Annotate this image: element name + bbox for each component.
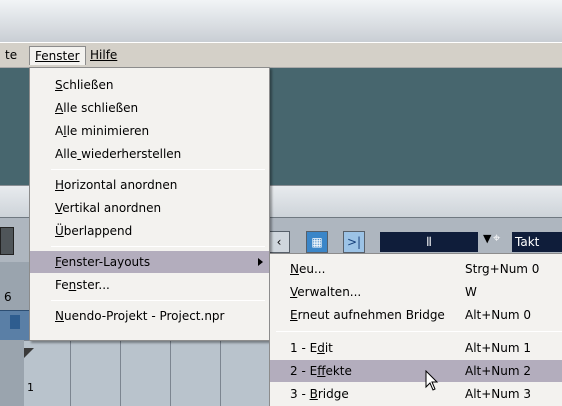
menu-item[interactable]: Fenster-Layouts xyxy=(30,251,269,273)
submenu-item[interactable]: Erneut aufnehmen Bridge Alt+Num 0 xyxy=(270,304,562,326)
quantize-field[interactable]: Takt xyxy=(512,232,562,252)
menu-item-label: Überlappend xyxy=(55,224,133,238)
menu-item[interactable]: Alle schließen xyxy=(30,97,269,119)
menu-item-label: Alle minimieren xyxy=(55,124,150,138)
menu-separator xyxy=(276,331,562,332)
shortcut-label: Alt+Num 2 xyxy=(465,364,532,378)
menu-fenster[interactable]: Fenster xyxy=(29,46,86,65)
submenu-item[interactable]: 2 - Effekte Alt+Num 2 xyxy=(270,360,562,382)
menu-bar: te Fenster Hilfe xyxy=(0,42,562,68)
shortcut-label: W xyxy=(465,285,477,299)
menu-item-truncated[interactable]: te xyxy=(0,46,22,65)
menu-item[interactable]: Alle minimieren xyxy=(30,120,269,142)
grid-line xyxy=(120,340,121,406)
toolbar-tool-button[interactable]: ‹ xyxy=(268,231,290,253)
menu-item[interactable]: Schließen xyxy=(30,74,269,96)
submenu-item[interactable]: Neu... Strg+Num 0 xyxy=(270,258,562,280)
snap-button[interactable]: ▦ xyxy=(306,231,328,253)
quantize-icon: ⌖ xyxy=(493,231,501,246)
submenu-item[interactable]: 1 - Edit Alt+Num 1 xyxy=(270,337,562,359)
menu-item-label: Nuendo-Projekt - Project.npr xyxy=(55,309,225,323)
locator-marker xyxy=(24,348,34,358)
chevron-down-icon[interactable]: ▼ xyxy=(483,232,491,245)
menu-hilfe[interactable]: Hilfe xyxy=(85,46,122,65)
mouse-pointer-icon xyxy=(425,370,439,391)
menu-item-label: Schließen xyxy=(55,78,114,92)
menu-item-label: Verwalten... xyxy=(290,285,362,299)
ruler-bar-number: 1 xyxy=(27,381,34,394)
toolbar-left-button[interactable] xyxy=(0,227,14,255)
fenster-menu: Schließen Alle schließen Alle minimieren Al… xyxy=(29,67,270,341)
shortcut-label: Strg+Num 0 xyxy=(465,262,540,276)
grid-snap-button[interactable]: >|< xyxy=(343,231,365,269)
menu-item-label: Alle wiederherstellen xyxy=(55,147,182,161)
menu-separator xyxy=(51,300,265,301)
menu-item[interactable]: Horizontal anordnen xyxy=(30,174,269,196)
menu-item-label: Fenster-Layouts xyxy=(55,255,151,269)
menu-item-label: Vertikal anordnen xyxy=(55,201,162,215)
menu-separator xyxy=(51,246,265,247)
menu-separator xyxy=(51,169,265,170)
menu-item-label: Horizontal anordnen xyxy=(55,178,178,192)
menu-item-label: Fenster... xyxy=(55,278,110,292)
grid-line xyxy=(170,340,171,406)
menu-item[interactable]: Alle wiederherstellen xyxy=(30,143,269,165)
menu-item-label: Alle schließen xyxy=(55,101,139,115)
menu-item-label: 1 - Edit xyxy=(290,341,333,355)
menu-item[interactable]: Nuendo-Projekt - Project.npr xyxy=(30,305,269,327)
submenu-item[interactable]: 3 - Bridge Alt+Num 3 xyxy=(270,383,562,405)
window-title-bar xyxy=(0,0,562,42)
shortcut-label: Alt+Num 0 xyxy=(465,308,532,322)
menu-item-label: 2 - Effekte xyxy=(290,364,352,378)
fenster-layouts-submenu: Neu... Strg+Num 0 Verwalten... W Erneut aufn… xyxy=(269,253,562,406)
shortcut-label: Alt+Num 3 xyxy=(465,387,532,401)
submenu-arrow-icon xyxy=(258,258,263,266)
grid-line xyxy=(220,340,221,406)
shortcut-label: Alt+Num 1 xyxy=(465,341,532,355)
track-number: 6 xyxy=(4,290,12,304)
submenu-item[interactable]: Verwalten... W xyxy=(270,281,562,303)
menu-item-label: 3 - Bridge xyxy=(290,387,349,401)
menu-item[interactable]: Überlappend xyxy=(30,220,269,242)
menu-item[interactable]: Fenster... xyxy=(30,274,269,296)
track-header[interactable] xyxy=(0,310,30,340)
menu-item-label: Erneut aufnehmen Bridge xyxy=(290,308,445,322)
grid-type-field[interactable]: ⫴ xyxy=(380,232,478,252)
grid-line xyxy=(70,340,71,406)
menu-item-label: Neu... xyxy=(290,262,326,276)
menu-item[interactable]: Vertikal anordnen xyxy=(30,197,269,219)
